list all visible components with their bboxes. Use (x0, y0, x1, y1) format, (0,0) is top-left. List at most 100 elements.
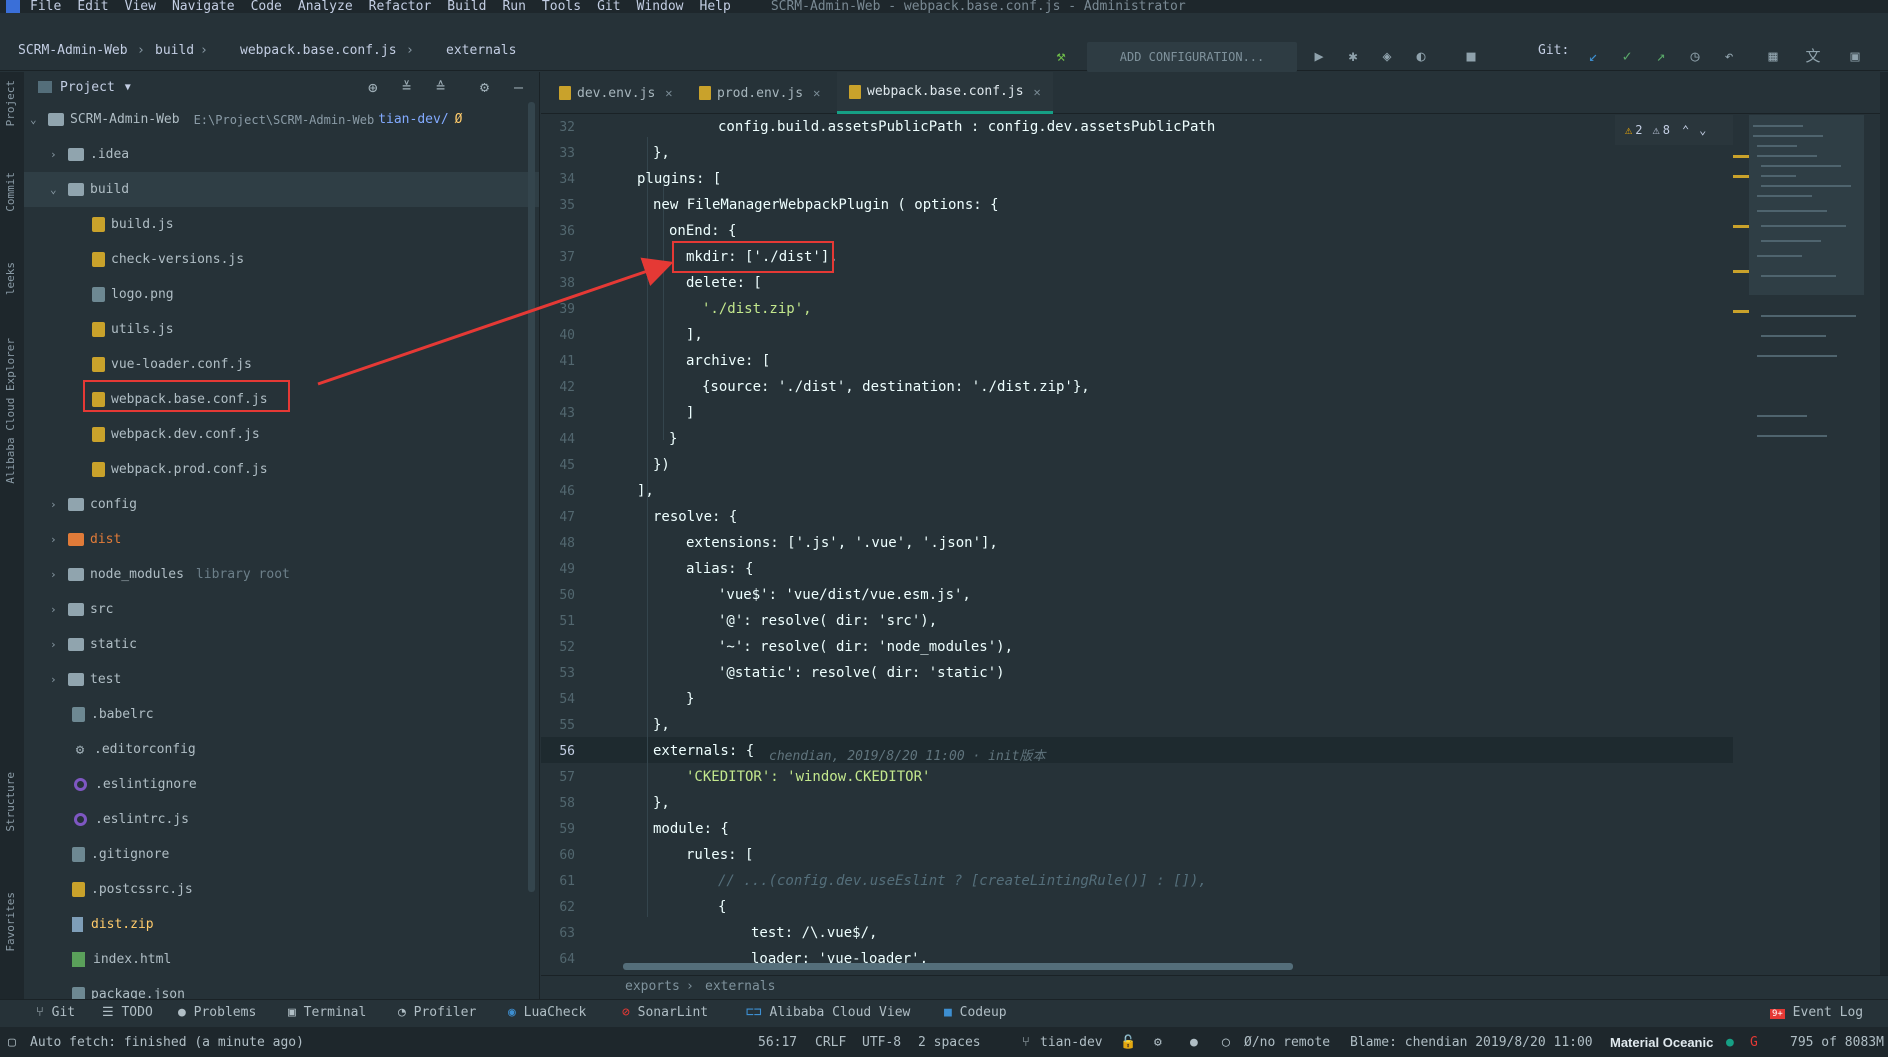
tree-item[interactable]: › .idea (24, 137, 539, 172)
menu-edit[interactable]: Edit (77, 0, 108, 13)
stripe-favorites[interactable]: Favorites (4, 892, 17, 952)
toolwin-todo[interactable]: ☰ TODO (102, 1005, 153, 1020)
git-update-icon[interactable]: ↙ (1584, 47, 1602, 65)
tree-item[interactable]: utils.js (24, 312, 539, 347)
add-configuration-button[interactable]: ADD CONFIGURATION... (1087, 42, 1297, 72)
tree-item[interactable]: ⚙ .editorconfig (24, 732, 539, 767)
tree-item[interactable]: › node_modules library root (24, 557, 539, 592)
toolwin-sonarlint[interactable]: ⊘ SonarLint (622, 1005, 708, 1020)
theme-name[interactable]: Material Oceanic (1610, 1035, 1713, 1050)
stripe-leeks[interactable]: leeks (4, 262, 17, 295)
project-scrollbar[interactable] (528, 102, 535, 892)
file-encoding[interactable]: UTF-8 (862, 1035, 901, 1050)
chevron-down-icon[interactable]: ▼ (125, 82, 131, 93)
git-commit-icon[interactable]: ✓ (1618, 47, 1636, 65)
menu-run[interactable]: Run (502, 0, 525, 13)
history-icon[interactable]: ◷ (1686, 47, 1704, 65)
close-icon[interactable]: ✕ (1034, 85, 1041, 99)
toolwin-problems[interactable]: ● Problems (178, 1005, 256, 1020)
tree-item[interactable]: logo.png (24, 277, 539, 312)
tree-item[interactable]: webpack.prod.conf.js (24, 452, 539, 487)
stripe-commit[interactable]: Commit (4, 172, 17, 212)
editor-crumb-externals[interactable]: externals (705, 979, 775, 994)
breadcrumb-symbol[interactable]: externals (446, 43, 516, 58)
editor-hscrollbar[interactable] (623, 963, 1293, 970)
caret-position[interactable]: 56:17 (758, 1035, 797, 1050)
status-message[interactable]: Auto fetch: finished (a minute ago) (30, 1035, 304, 1050)
menu-view[interactable]: View (125, 0, 156, 13)
hide-panel-icon[interactable]: — (514, 78, 523, 96)
info-icon[interactable]: ● (1190, 1035, 1198, 1050)
debug-icon[interactable]: ✱ (1344, 47, 1362, 65)
git-push-icon[interactable]: ↗ (1652, 47, 1670, 65)
stop-icon[interactable]: ■ (1462, 47, 1480, 65)
breadcrumb-folder[interactable]: build (155, 43, 194, 58)
gear-icon[interactable]: ⚙ (480, 78, 489, 96)
toolwin-codeup[interactable]: ■ Codeup (944, 1005, 1007, 1020)
tree-item[interactable]: dist.zip (24, 907, 539, 942)
close-icon[interactable]: ✕ (813, 86, 820, 100)
minimap[interactable] (1733, 115, 1883, 975)
toolwin-alibaba-cloud-view[interactable]: ⊏⊐ Alibaba Cloud View (746, 1005, 910, 1020)
toolwin-terminal[interactable]: ▣ Terminal (288, 1005, 366, 1020)
tab-prod-env[interactable]: prod.env.js ✕ (691, 72, 828, 114)
inspection-widget[interactable]: ⚠ 2 ⚠ 8 ⌃ ⌄ (1615, 115, 1743, 145)
git-branch[interactable]: tian-dev (1040, 1035, 1103, 1050)
lock-icon[interactable]: 🔓 (1120, 1035, 1136, 1050)
chevron-down-icon[interactable]: ⌄ (30, 113, 42, 126)
menu-tools[interactable]: Tools (542, 0, 581, 13)
tree-item[interactable]: check-versions.js (24, 242, 539, 277)
editor-crumb-exports[interactable]: exports (625, 979, 680, 994)
menu-navigate[interactable]: Navigate (172, 0, 235, 13)
terminal-icon[interactable]: ▣ (1846, 47, 1864, 65)
profile-icon[interactable]: ◐ (1412, 47, 1430, 65)
tree-item[interactable]: .eslintignore (24, 767, 539, 802)
breadcrumb-file[interactable]: webpack.base.conf.js (240, 43, 397, 58)
tab-webpack-base[interactable]: webpack.base.conf.js ✕ (837, 72, 1053, 114)
stripe-structure[interactable]: Structure (4, 772, 17, 832)
translate-icon[interactable]: 文 (1804, 47, 1822, 65)
rollback-icon[interactable]: ↶ (1720, 47, 1738, 65)
tree-item[interactable]: › test (24, 662, 539, 697)
toolwin-profiler[interactable]: ◔ Profiler (398, 1005, 476, 1020)
menu-analyze[interactable]: Analyze (298, 0, 353, 13)
project-structure-icon[interactable]: ▦ (1764, 47, 1782, 65)
tree-item[interactable]: › dist (24, 522, 539, 557)
tree-item[interactable]: vue-loader.conf.js (24, 347, 539, 382)
menu-refactor[interactable]: Refactor (369, 0, 432, 13)
run-icon[interactable]: ▶ (1310, 47, 1328, 65)
tree-item[interactable]: › static (24, 627, 539, 662)
code-editor[interactable]: 32 33 34 35 36 37 38 39 40 41 42 43 44 4… (541, 115, 1841, 975)
indent-setting[interactable]: 2 spaces (918, 1035, 981, 1050)
tree-item[interactable]: › src (24, 592, 539, 627)
tree-item[interactable]: .gitignore (24, 837, 539, 872)
toolwin-luacheck[interactable]: ◉ LuaCheck (508, 1005, 586, 1020)
breadcrumb-project[interactable]: SCRM-Admin-Web (18, 43, 128, 58)
chevron-down-icon[interactable]: ⌄ (1699, 123, 1706, 137)
expand-all-icon[interactable]: ≚ (402, 78, 411, 96)
project-panel-title[interactable]: Project (60, 80, 115, 95)
menu-build[interactable]: Build (447, 0, 486, 13)
close-icon[interactable]: ✕ (665, 86, 672, 100)
google-icon[interactable]: G (1750, 1035, 1758, 1050)
tree-item[interactable]: webpack.dev.conf.js (24, 417, 539, 452)
chevron-up-icon[interactable]: ⌃ (1682, 123, 1689, 137)
build-hammer-icon[interactable]: ⚒ (1052, 47, 1070, 65)
tab-dev-env[interactable]: dev.env.js ✕ (551, 72, 681, 114)
menu-window[interactable]: Window (637, 0, 684, 13)
memory-indicator[interactable]: 795 of 8083M (1790, 1035, 1884, 1050)
inspection-profile-icon[interactable]: ⚙ (1154, 1035, 1162, 1050)
tree-item[interactable]: .eslintrc.js (24, 802, 539, 837)
menu-help[interactable]: Help (700, 0, 731, 13)
toolwin-event-log[interactable]: 9+ Event Log (1770, 1005, 1863, 1020)
blame-status[interactable]: Blame: chendian 2019/8/20 11:00 (1350, 1035, 1593, 1050)
tree-item[interactable]: ⌄ build (24, 172, 539, 207)
statusbar-toggle-icon[interactable]: ▢ (8, 1035, 16, 1050)
tree-item[interactable]: .babelrc (24, 697, 539, 732)
stripe-project[interactable]: Project (4, 80, 17, 126)
remote-status[interactable]: Ø/no remote (1244, 1035, 1330, 1050)
line-separator[interactable]: CRLF (815, 1035, 846, 1050)
tree-item[interactable]: .postcssrc.js (24, 872, 539, 907)
menu-file[interactable]: File (30, 0, 61, 13)
collapse-all-icon[interactable]: ≙ (436, 78, 445, 96)
